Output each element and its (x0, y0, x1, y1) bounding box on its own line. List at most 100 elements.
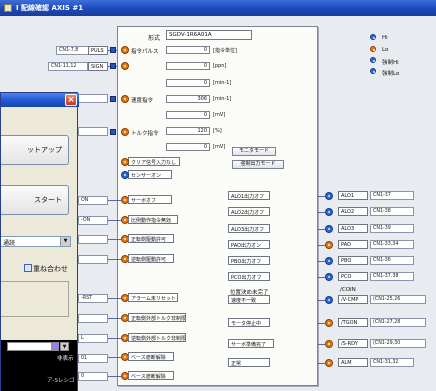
port-in-4: -ON (78, 216, 108, 225)
output-alm-status: 正常 (228, 358, 270, 367)
title-bar: I 配線確認 AXIS #1 (0, 0, 436, 16)
port-in-11: 0 (78, 372, 108, 381)
port-in-8 (78, 314, 108, 323)
connector (110, 47, 116, 53)
chevron-down-icon: ▼ (60, 237, 70, 246)
output-cn-alo1: CN1-37 (370, 191, 414, 200)
input-rev-enable: 逆転側駆動許可 (128, 254, 174, 263)
output-sig-tgon: /TGON (338, 318, 368, 327)
port-in-3: ON (78, 196, 108, 205)
signal-dot (121, 128, 129, 136)
port-in-10: 01 (78, 354, 108, 363)
output-alo1-status: ALO1出力オフ (228, 191, 270, 200)
hide-label: 非表示 (57, 356, 74, 362)
chevron-down-icon[interactable]: ▼ (60, 342, 69, 351)
forced-output-mode-button[interactable]: 強制出力モード (232, 160, 284, 169)
legend-hi-icon (370, 34, 376, 40)
output-sig-coin: /COIN (340, 287, 356, 293)
mode-select-value: 通読 (3, 240, 16, 247)
legend-forced-hi-icon (370, 57, 376, 63)
output-cn-coin: (CN1-25,26 (370, 295, 426, 304)
output-dot (325, 340, 333, 348)
output-cn-pbo: CN1-36 (370, 256, 414, 265)
setup-dialog: × ットアップ スタート 通読 ▼ 重ね合わせ ▼ 非表示 ア-Sレシゴ (0, 92, 79, 391)
param-label-pulse: 指令パルス (131, 49, 159, 55)
output-dot (325, 225, 333, 233)
monitor-mode-button[interactable]: モニタモード (232, 147, 276, 156)
setup-button[interactable]: ットアップ (1, 135, 69, 165)
param-value: 0 (166, 62, 210, 70)
output-sig-pco: PCO (338, 272, 368, 281)
output-sig-alo1: ALO1 (338, 191, 368, 200)
param-value: 0 (166, 46, 210, 54)
output-cn-alm: CN1-31,32 (370, 358, 414, 367)
param-value: 306 (166, 95, 210, 103)
legend-forced-lo-icon (370, 68, 376, 74)
param-value: 120 (166, 127, 210, 135)
input-alarm-reset: アラーム未リセット (128, 293, 178, 302)
mode-select[interactable]: 通読 ▼ (1, 236, 71, 247)
port-in-5 (78, 235, 108, 244)
port-in-7: -RST (78, 294, 108, 303)
start-button[interactable]: スタート (1, 185, 69, 215)
input-rev-torque: 逆転側外部トルク非制限 (128, 333, 186, 342)
legend-lo: Lo (382, 47, 389, 53)
overlay-label: 重ね合わせ (33, 265, 68, 273)
output-cn-srdy: (CN1-29,30 (370, 339, 426, 348)
output-dot (325, 296, 333, 304)
param-label-torque: トルク指令 (131, 131, 159, 137)
output-dot (325, 359, 333, 367)
input-sensor-on: センサーオン (128, 170, 172, 179)
param-unit: [%] (213, 128, 222, 134)
legend-hi: Hi (382, 35, 388, 41)
output-cn-pco: CN1-37,38 (370, 272, 414, 281)
connector (110, 129, 116, 135)
signal-dot (121, 62, 129, 70)
output-vcmp-status: 速度不一致 (228, 295, 270, 304)
output-sig-pao: PAO (338, 240, 368, 249)
output-sig-alo3: ALO3 (338, 224, 368, 233)
output-cn-alo3: CN1-39 (370, 224, 414, 233)
connector (110, 63, 116, 69)
signal-dot (121, 171, 129, 179)
output-alo3-status: ALO3出力オフ (228, 224, 270, 233)
close-icon[interactable]: × (65, 94, 77, 106)
output-sig-alm: ALM (338, 358, 368, 367)
output-cn-alo2: CN1-38 (370, 207, 414, 216)
input-servo-off: サーボオフ (128, 195, 172, 204)
param-value: 0 (166, 79, 210, 87)
output-sig-alo2: ALO2 (338, 207, 368, 216)
param-unit: [指令単位] (213, 48, 237, 54)
input-clear: クリア信号入力なし (128, 157, 180, 166)
model-label: 形式 (148, 35, 161, 42)
overlay-toggle[interactable]: 重ね合わせ (24, 264, 68, 274)
port-stub (78, 127, 108, 136)
model-field: SGDV-1R6A01A (166, 30, 252, 40)
overlay-icon (24, 264, 32, 272)
output-dot (325, 319, 333, 327)
display-settings: ▼ 非表示 ア-Sレシゴ (1, 340, 77, 391)
output-dot (325, 192, 333, 200)
param-value: 0 (166, 111, 210, 119)
port-in-9: L (78, 334, 108, 343)
signal-dot (121, 46, 129, 54)
port-stub (78, 94, 108, 103)
legend-forced-lo: 強制Lo (382, 71, 400, 77)
app-icon (4, 4, 12, 12)
param-label-speed: 速度指令 (131, 98, 154, 104)
output-pbo-status: PBO出力オフ (228, 256, 270, 265)
port-in-6 (78, 255, 108, 264)
param-unit: [min-1] (213, 80, 232, 86)
input-baseblock-2: ベース遮断解除 (128, 371, 174, 380)
param-unit: [min-1] (213, 96, 232, 102)
port-sign: SIGN (88, 62, 108, 71)
input-fwd-enable: 正転側駆動許可 (128, 234, 174, 243)
output-tgon-status: モータ停止中 (228, 318, 270, 327)
output-dot (325, 257, 333, 265)
footer-label: ア-Sレシゴ (47, 378, 75, 384)
output-dot (325, 241, 333, 249)
param-unit: [mV] (213, 144, 226, 150)
legend-lo-icon (370, 46, 376, 52)
signal-dot (121, 95, 129, 103)
output-pao-status: PAO出力オン (228, 240, 270, 249)
